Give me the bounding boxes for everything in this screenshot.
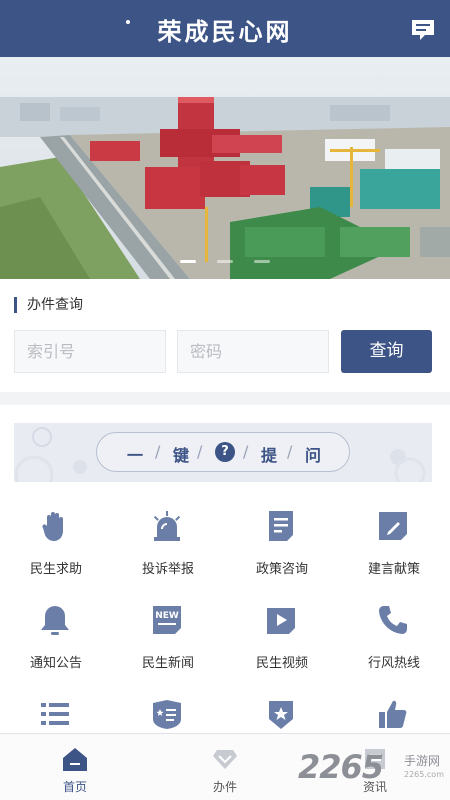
- document-icon: [269, 511, 293, 541]
- service-label: 民生视频: [255, 656, 308, 671]
- pencil-icon: [379, 512, 407, 540]
- carousel-indicator: [0, 248, 450, 267]
- one-click-ask-banner[interactable]: 一 / 键 / ? / 提 / 问: [14, 423, 432, 482]
- diamond-icon: [213, 750, 237, 769]
- city-aerial-photo: [0, 57, 450, 279]
- question-icon: ?: [215, 442, 235, 462]
- alarm-light-icon: [153, 511, 181, 541]
- service-label: 政策咨询: [255, 562, 308, 577]
- home-icon: [63, 748, 87, 771]
- service-item-complaint[interactable]: 投诉举报: [112, 501, 224, 593]
- tab-label: 办件: [212, 780, 237, 794]
- service-label: 通知公告: [29, 656, 82, 671]
- news-icon: NEW: [153, 606, 181, 634]
- ask-separator: /: [243, 442, 249, 461]
- svg-text:NEW: NEW: [155, 611, 179, 621]
- carousel-dot[interactable]: [217, 260, 233, 263]
- message-icon[interactable]: [410, 18, 436, 42]
- section-title: 办件查询: [14, 297, 83, 313]
- thumbs-up-icon: [379, 700, 407, 728]
- watermark-url: 2265.com: [404, 770, 444, 779]
- service-item-badge[interactable]: [112, 689, 224, 733]
- case-query-section: 办件查询 查询: [0, 279, 450, 392]
- search-button[interactable]: 查询: [341, 330, 432, 373]
- app-header: 荣成民心网: [0, 0, 450, 57]
- service-item-list[interactable]: [0, 689, 112, 733]
- phone-icon: [379, 606, 407, 634]
- service-item-rating[interactable]: [338, 689, 450, 733]
- hand-icon: [42, 512, 63, 541]
- service-item-help[interactable]: 民生求助: [0, 501, 112, 593]
- ask-separator: /: [155, 442, 161, 461]
- service-label: 行风热线: [367, 656, 420, 671]
- password-input[interactable]: [177, 330, 329, 373]
- service-item-video[interactable]: 民生视频: [226, 595, 338, 687]
- service-label: 建言献策: [367, 562, 420, 577]
- app-title: 荣成民心网: [157, 17, 293, 46]
- ask-separator: /: [287, 442, 293, 461]
- site-watermark: 2265 手游网 2265.com: [298, 748, 444, 786]
- ask-char: 提: [261, 446, 278, 465]
- service-label: 民生新闻: [141, 656, 194, 671]
- star-shield-icon: [269, 701, 293, 729]
- service-item-notice[interactable]: 通知公告: [0, 595, 112, 687]
- carousel-dot[interactable]: [254, 260, 271, 263]
- tab-cases[interactable]: 办件: [150, 734, 300, 800]
- service-item-hotline[interactable]: 行风热线: [338, 595, 450, 687]
- service-item-policy[interactable]: 政策咨询: [226, 501, 338, 593]
- ask-separator: /: [197, 442, 203, 461]
- ask-char: 一: [127, 446, 144, 465]
- banner-carousel[interactable]: [0, 57, 450, 279]
- video-icon: [267, 608, 295, 634]
- tab-home[interactable]: 首页: [0, 734, 150, 800]
- service-label: 投诉举报: [141, 562, 194, 577]
- index-number-input[interactable]: [14, 330, 166, 373]
- service-item-news[interactable]: NEW 民生新闻: [112, 595, 224, 687]
- bell-icon: [41, 606, 69, 635]
- service-label: 民生求助: [29, 562, 82, 577]
- watermark-text: 手游网: [404, 754, 441, 768]
- carousel-dot[interactable]: [179, 260, 196, 263]
- watermark-number: 2265: [298, 748, 384, 786]
- tab-label: 首页: [62, 780, 87, 794]
- ask-pill: 一 / 键 / ? / 提 / 问: [96, 432, 350, 472]
- badge-icon: [153, 700, 181, 729]
- list-icon: [41, 703, 69, 725]
- service-item-suggestion[interactable]: 建言献策: [338, 501, 450, 593]
- main-panel: 一 / 键 / ? / 提 / 问 民生求助 投诉举报 政策咨询 建言献策 通知…: [0, 405, 450, 733]
- ask-char: 问: [305, 446, 322, 465]
- service-item-honor[interactable]: [226, 689, 338, 733]
- ask-char: 键: [173, 446, 190, 465]
